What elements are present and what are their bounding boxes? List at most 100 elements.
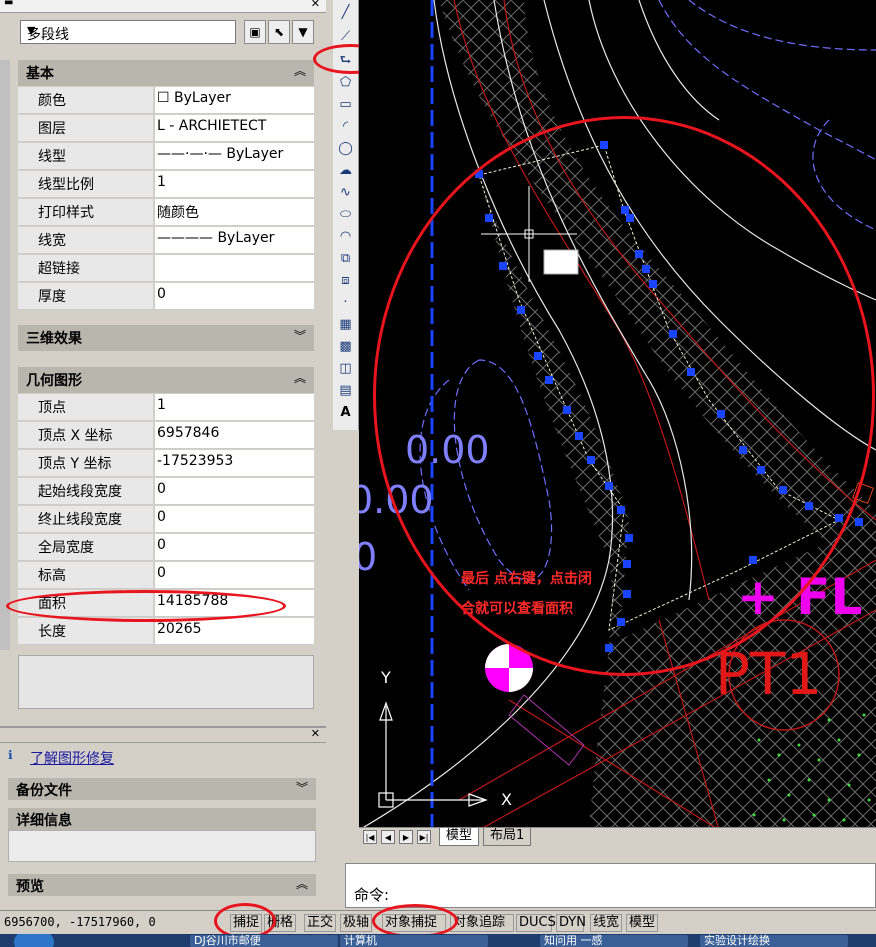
- ellipse-tool-icon[interactable]: ⬭: [333, 204, 358, 226]
- basic-property-key: 打印样式: [18, 199, 153, 226]
- gradient-tool-icon[interactable]: ▩: [333, 336, 358, 358]
- prev-tab-icon[interactable]: ◀: [381, 830, 395, 844]
- basic-property-row[interactable]: 厚度 0: [18, 283, 314, 311]
- spline-tool-icon[interactable]: ∿: [333, 182, 358, 204]
- first-tab-icon[interactable]: |◀: [363, 830, 377, 844]
- geometry-property-value[interactable]: 20265: [154, 618, 314, 645]
- ellipse-arc-tool-icon[interactable]: ◠: [333, 226, 358, 248]
- basic-property-value[interactable]: [154, 255, 314, 282]
- section-details[interactable]: 详细信息: [8, 808, 316, 830]
- section-3d[interactable]: 三维效果 ︾: [18, 325, 314, 351]
- command-line[interactable]: 命令:: [345, 863, 876, 908]
- start-button-icon[interactable]: [14, 934, 54, 947]
- expand-icon[interactable]: ︾: [294, 327, 306, 344]
- object-type-select[interactable]: 多段线 ▼: [20, 20, 236, 44]
- close-icon[interactable]: ✕: [311, 0, 320, 10]
- scroll-track[interactable]: [0, 60, 10, 650]
- basic-property-value[interactable]: ☐ ByLayer: [154, 87, 314, 114]
- status-toggle-button[interactable]: 线宽: [590, 914, 622, 932]
- last-tab-icon[interactable]: ▶|: [417, 830, 431, 844]
- basic-property-row[interactable]: 线型 ——·—·— ByLayer: [18, 143, 314, 171]
- geometry-property-value[interactable]: 6957846: [154, 422, 314, 449]
- line-tool-icon[interactable]: ╱: [333, 2, 358, 24]
- section-backup[interactable]: 备份文件 ︾: [8, 778, 316, 800]
- basic-property-row[interactable]: 超链接: [18, 255, 314, 283]
- taskbar-item[interactable]: 计算机: [340, 935, 488, 947]
- geometry-property-row[interactable]: 顶点 Y 坐标 -17523953: [18, 450, 314, 478]
- section-geometry-label: 几何图形: [26, 373, 82, 389]
- make-block-icon[interactable]: ⧈: [333, 270, 358, 292]
- geometry-property-value[interactable]: 0: [154, 478, 314, 505]
- geometry-property-value[interactable]: -17523953: [154, 450, 314, 477]
- geometry-property-value[interactable]: 0: [154, 534, 314, 561]
- insert-block-icon[interactable]: ⧉: [333, 248, 358, 270]
- tab-layout1[interactable]: 布局1: [483, 828, 532, 846]
- lower-titlebar[interactable]: ✕: [0, 727, 326, 743]
- close-icon[interactable]: ✕: [311, 727, 320, 740]
- geometry-property-row[interactable]: 标高 0: [18, 562, 314, 590]
- geometry-property-row[interactable]: 长度 20265: [18, 618, 314, 646]
- collapse-icon[interactable]: ︽: [294, 369, 306, 386]
- taskbar-item[interactable]: DJ谷川市邮便: [190, 935, 338, 947]
- point-tool-icon[interactable]: ·: [333, 292, 358, 314]
- geometry-property-value[interactable]: 1: [154, 394, 314, 421]
- section-preview[interactable]: 预览 ︽: [8, 874, 316, 896]
- expand-icon[interactable]: ︾: [296, 779, 308, 796]
- filter-icon[interactable]: ▼: [292, 20, 314, 44]
- basic-property-key: 线型: [18, 143, 153, 170]
- next-tab-icon[interactable]: ▶: [399, 830, 413, 844]
- status-toggle-button[interactable]: 正交: [304, 914, 336, 932]
- status-toggle-button[interactable]: DUCS: [516, 914, 556, 932]
- taskbar-item[interactable]: 实验设计绘换: [700, 935, 848, 947]
- basic-property-value[interactable]: ———— ByLayer: [154, 227, 314, 254]
- basic-property-row[interactable]: 颜色 ☐ ByLayer: [18, 87, 314, 115]
- basic-property-row[interactable]: 线宽 ———— ByLayer: [18, 227, 314, 255]
- taskbar-item[interactable]: 知问用 一感: [540, 935, 688, 947]
- geometry-property-row[interactable]: 终止线段宽度 0: [18, 506, 314, 534]
- geometry-property-key: 标高: [18, 562, 153, 589]
- status-toggle-button[interactable]: 极轴: [340, 914, 372, 932]
- collapse-icon[interactable]: ︽: [296, 875, 308, 892]
- geometry-property-row[interactable]: 顶点 X 坐标 6957846: [18, 422, 314, 450]
- learn-recovery-link[interactable]: 了解图形修复: [30, 748, 114, 768]
- status-toggle-button[interactable]: DYN: [556, 914, 586, 932]
- mtext-tool-icon[interactable]: A: [333, 402, 358, 424]
- polygon-tool-icon[interactable]: ⬠: [333, 72, 358, 94]
- basic-property-row[interactable]: 线型比例 1: [18, 171, 314, 199]
- section-geometry[interactable]: 几何图形 ︽: [18, 367, 314, 393]
- basic-property-value[interactable]: 0: [154, 283, 314, 310]
- basic-property-row[interactable]: 图层 L - ARCHIETECT: [18, 115, 314, 143]
- ucs-x-label: X: [501, 790, 512, 809]
- region-tool-icon[interactable]: ◫: [333, 358, 358, 380]
- geometry-property-row[interactable]: 全局宽度 0: [18, 534, 314, 562]
- basic-property-value[interactable]: 1: [154, 171, 314, 198]
- collapse-icon[interactable]: ︽: [294, 62, 306, 79]
- basic-property-value[interactable]: L - ARCHIETECT: [154, 115, 314, 142]
- rectangle-tool-icon[interactable]: ▭: [333, 94, 358, 116]
- revcloud-tool-icon[interactable]: ☁: [333, 160, 358, 182]
- table-tool-icon[interactable]: ▤: [333, 380, 358, 402]
- basic-property-value[interactable]: ——·—·— ByLayer: [154, 143, 314, 170]
- status-toggle-button[interactable]: 模型: [626, 914, 658, 932]
- select-objects-button[interactable]: ⬉: [268, 20, 290, 44]
- geometry-property-row[interactable]: 顶点 1: [18, 394, 314, 422]
- hatch-tool-icon[interactable]: ▦: [333, 314, 358, 336]
- basic-property-value[interactable]: 随颜色: [154, 199, 314, 226]
- chevron-down-icon[interactable]: ▼: [27, 24, 231, 37]
- geometry-property-key: 长度: [18, 618, 153, 645]
- layout-tabs-bar: |◀ ◀ ▶ ▶| 模型 布局1: [359, 827, 876, 846]
- properties-titlebar[interactable]: ▬ ✕: [0, 0, 326, 13]
- geometry-property-key: 起始线段宽度: [18, 478, 153, 505]
- tab-model[interactable]: 模型: [439, 828, 480, 846]
- geometry-property-value[interactable]: 0: [154, 506, 314, 533]
- drawing-canvas[interactable]: 0.00 0.00 0 最后 点右键，点击闭 合就可以查看面积 + FL 5. …: [359, 0, 876, 828]
- arc-tool-icon[interactable]: ◜: [333, 116, 358, 138]
- basic-property-row[interactable]: 打印样式 随颜色: [18, 199, 314, 227]
- section-basic[interactable]: 基本 ︽: [18, 60, 314, 86]
- status-toggle-button[interactable]: 对象追踪: [450, 914, 514, 932]
- geometry-property-row[interactable]: 起始线段宽度 0: [18, 478, 314, 506]
- quick-select-button[interactable]: ▣: [244, 20, 266, 44]
- geometry-property-value[interactable]: 0: [154, 562, 314, 589]
- highlight-selection-oval: [373, 116, 875, 676]
- circle-tool-icon[interactable]: ◯: [333, 138, 358, 160]
